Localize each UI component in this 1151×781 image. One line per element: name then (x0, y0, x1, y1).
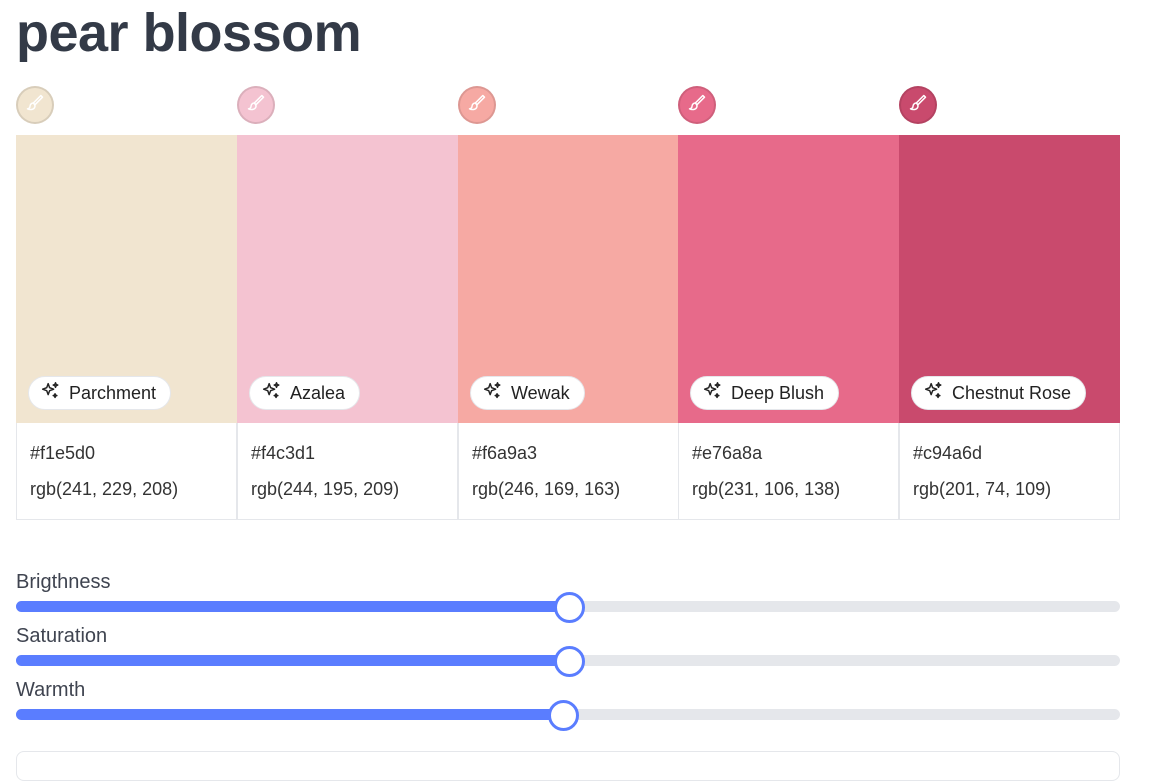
color-info: #c94a6d rgb(201, 74, 109) (899, 423, 1120, 520)
page-title: pear blossom (16, 3, 362, 63)
rgb-value: rgb(241, 229, 208) (30, 479, 179, 499)
color-info: #f1e5d0 rgb(241, 229, 208) (16, 423, 237, 520)
paintbrush-icon (687, 93, 707, 118)
color-picker-button[interactable] (237, 86, 275, 124)
hex-value: #f4c3d1 (251, 443, 316, 463)
color-swatch[interactable]: Azalea (237, 135, 458, 423)
color-picker-button[interactable] (678, 86, 716, 124)
color-info: #f6a9a3 rgb(246, 169, 163) (458, 423, 679, 520)
color-name-chip[interactable]: Parchment (28, 376, 172, 410)
paintbrush-icon (467, 93, 487, 118)
rgb-value: rgb(231, 106, 138) (692, 479, 841, 499)
rgb-value: rgb(244, 195, 209) (251, 479, 400, 499)
color-name-chip[interactable]: Chestnut Rose (911, 376, 1087, 410)
color-name-chip[interactable]: Wewak (470, 376, 585, 410)
color-picker-button[interactable] (16, 86, 54, 124)
color-info: #f4c3d1 rgb(244, 195, 209) (237, 423, 458, 520)
sparkles-icon (39, 380, 61, 407)
color-swatch[interactable]: Wewak (458, 135, 679, 423)
sparkles-icon (481, 380, 503, 407)
color-name: Wewak (511, 382, 570, 403)
color-picker-button[interactable] (899, 86, 937, 124)
color-swatch[interactable]: Parchment (16, 135, 237, 423)
saturation-slider[interactable] (16, 646, 1120, 677)
sparkles-icon (922, 380, 944, 407)
slider-fill (16, 601, 568, 612)
slider-thumb[interactable] (554, 592, 585, 623)
rgb-value: rgb(201, 74, 109) (913, 479, 1052, 499)
color-name: Azalea (290, 382, 346, 403)
warmth-label: Warmth (16, 679, 86, 701)
color-name: Deep Blush (731, 382, 825, 403)
color-name-chip[interactable]: Azalea (249, 376, 361, 410)
slider-thumb[interactable] (548, 700, 580, 731)
paintbrush-icon (25, 93, 45, 118)
hex-value: #c94a6d (913, 443, 983, 463)
color-info: #e76a8a rgb(231, 106, 138) (678, 423, 899, 520)
sparkles-icon (260, 380, 282, 407)
color-swatch[interactable]: Deep Blush (678, 135, 899, 423)
paintbrush-icon (908, 93, 928, 118)
color-name: Chestnut Rose (952, 382, 1072, 403)
warmth-slider[interactable] (16, 700, 1120, 731)
sparkles-icon (701, 380, 723, 407)
hex-value: #f6a9a3 (472, 443, 538, 463)
color-picker-button[interactable] (458, 86, 496, 124)
paintbrush-icon (246, 93, 266, 118)
brightness-label: Brigthness (16, 571, 111, 593)
rgb-value: rgb(246, 169, 163) (472, 479, 621, 499)
hex-value: #e76a8a (692, 443, 763, 463)
color-swatch[interactable]: Chestnut Rose (899, 135, 1120, 423)
saturation-label: Saturation (16, 625, 108, 647)
hex-value: #f1e5d0 (30, 443, 96, 463)
brightness-slider[interactable] (16, 592, 1120, 623)
slider-fill (16, 709, 563, 720)
color-name-chip[interactable]: Deep Blush (690, 376, 840, 410)
slider-thumb[interactable] (554, 646, 585, 677)
slider-fill (16, 655, 568, 666)
color-name: Parchment (69, 382, 157, 403)
